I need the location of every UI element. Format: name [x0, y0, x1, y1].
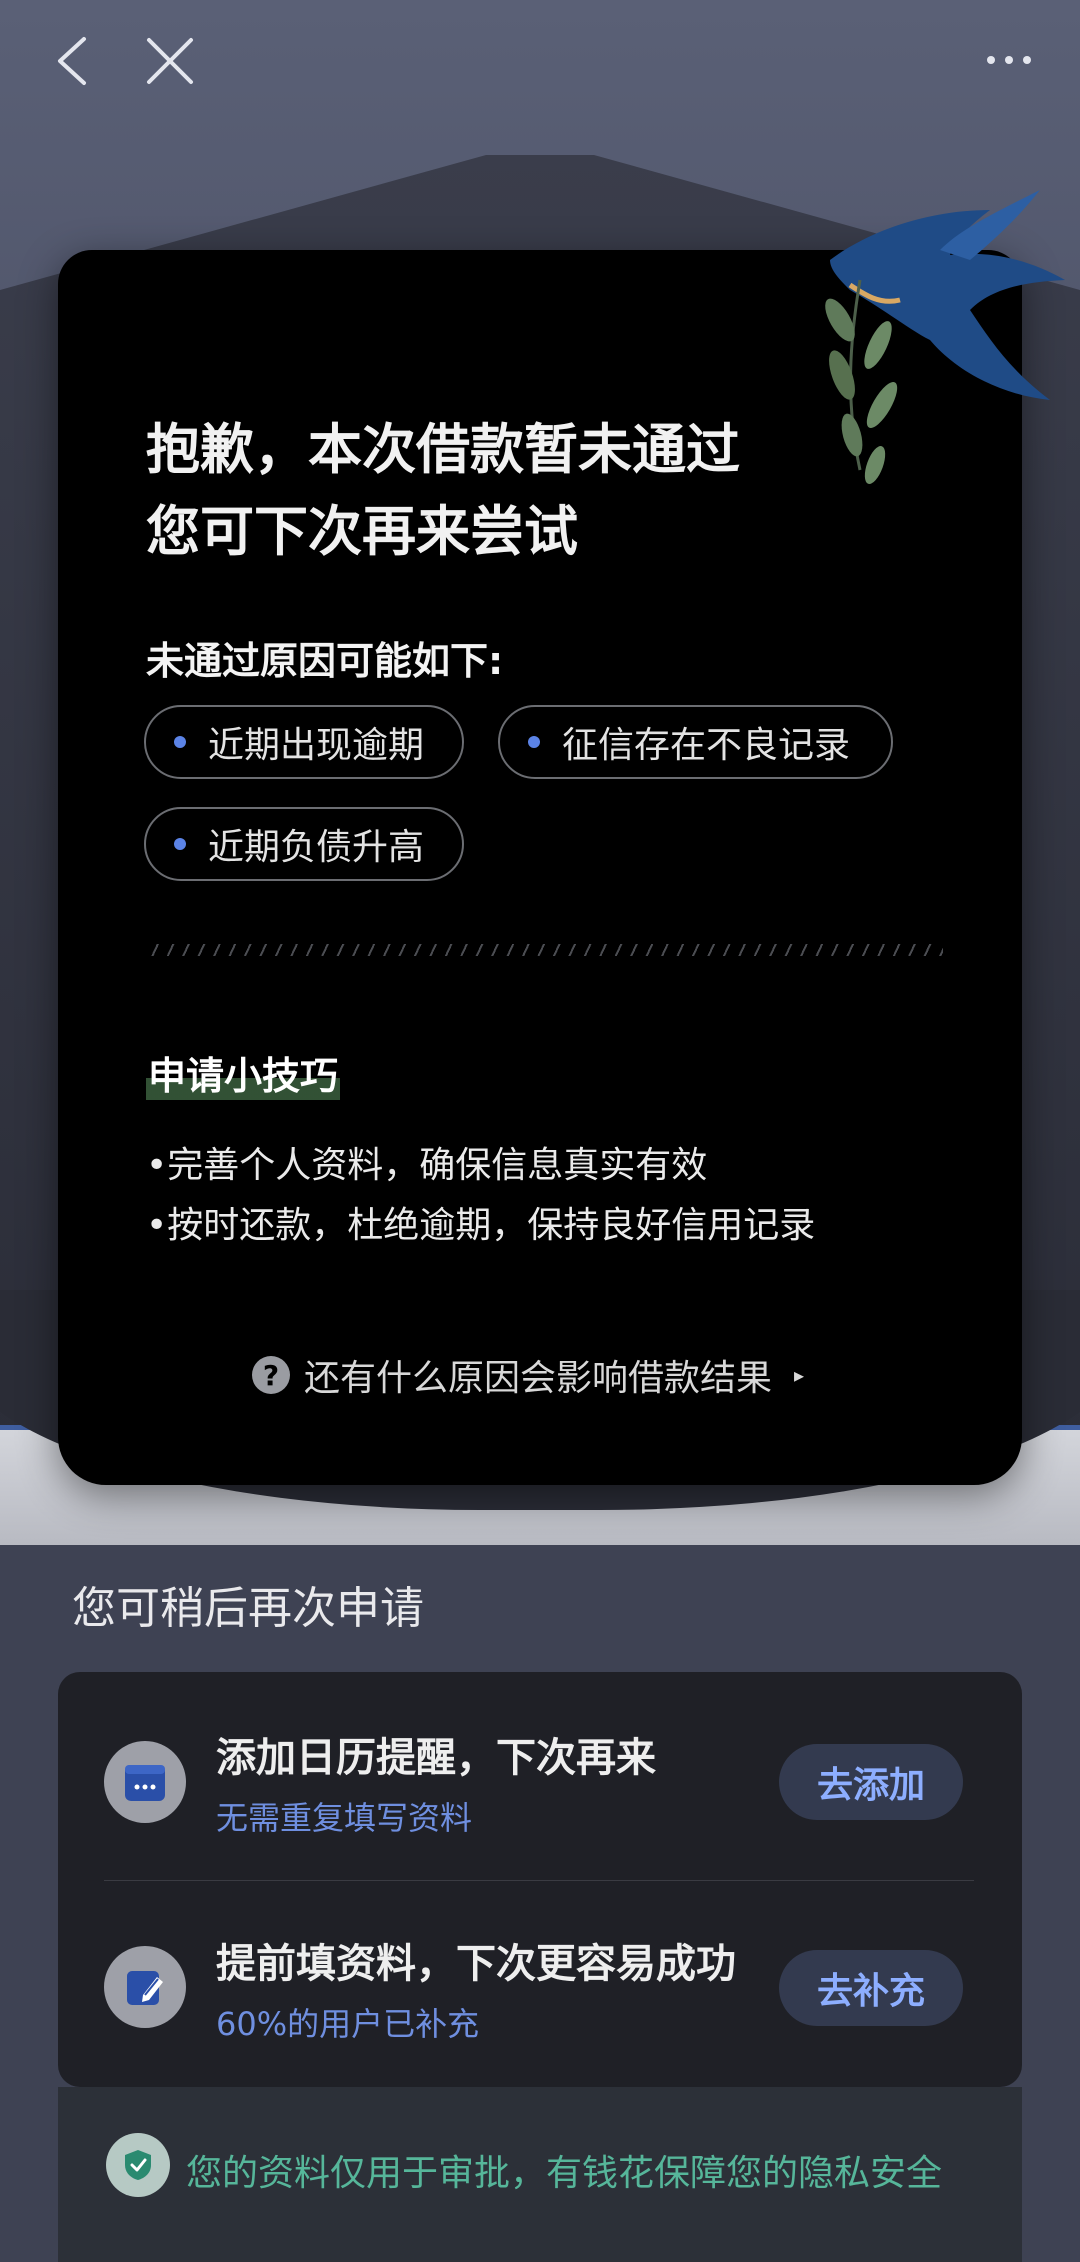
- complete-info-button[interactable]: 去补充: [779, 1950, 963, 2026]
- tip-item: •完善个人资料，确保信息真实有效: [146, 1145, 708, 1186]
- reason-tag-label: 近期负债升高: [208, 827, 425, 868]
- hatched-divider: [148, 944, 943, 956]
- chevron-left-icon[interactable]: [52, 35, 92, 87]
- row-subtitle: 无需重复填写资料: [216, 1799, 473, 1837]
- page-title: 抱歉，本次借款暂未通过 您可下次再来尝试: [146, 408, 866, 572]
- row-subtitle: 60%的用户已补充: [216, 2005, 480, 2043]
- reason-tag-label: 征信存在不良记录: [562, 725, 851, 766]
- question-icon: ?: [252, 1356, 290, 1394]
- reason-tag-label: 近期出现逾期: [208, 725, 425, 766]
- bullet-dot-icon: [528, 736, 540, 748]
- shield-check-icon: [106, 2133, 170, 2197]
- bullet-dot-icon: [174, 838, 186, 850]
- reasons-heading: 未通过原因可能如下:: [146, 639, 504, 683]
- reason-tag: 近期负债升高: [144, 807, 464, 881]
- more-horizontal-icon[interactable]: [986, 50, 1032, 70]
- row-title: 添加日历提醒，下次再来: [216, 1735, 656, 1781]
- reason-tag: 征信存在不良记录: [498, 705, 893, 779]
- bullet-dot-icon: [174, 736, 186, 748]
- more-reasons-label: 还有什么原因会影响借款结果: [304, 1358, 773, 1399]
- later-heading: 您可稍后再次申请: [72, 1583, 424, 1634]
- row-title: 提前填资料，下次更容易成功: [216, 1941, 736, 1987]
- row-divider: [104, 1880, 974, 1881]
- more-reasons-link[interactable]: ? 还有什么原因会影响借款结果 ▸: [252, 1348, 804, 1402]
- tip-item: •按时还款，杜绝逾期，保持良好信用记录: [146, 1205, 816, 1246]
- top-nav: [0, 0, 1080, 120]
- edit-document-icon: [104, 1946, 186, 2028]
- reason-tag: 近期出现逾期: [144, 705, 464, 779]
- triangle-right-icon: ▸: [794, 1363, 805, 1387]
- add-calendar-button[interactable]: 去添加: [779, 1744, 963, 1820]
- title-line-1: 抱歉，本次借款暂未通过: [146, 417, 740, 481]
- tips-heading: 申请小技巧: [146, 1045, 341, 1100]
- privacy-text: 您的资料仅用于审批，有钱花保障您的隐私安全: [186, 2153, 943, 2194]
- title-line-2: 您可下次再来尝试: [146, 499, 578, 563]
- close-icon[interactable]: [144, 35, 196, 87]
- calendar-icon: [104, 1741, 186, 1823]
